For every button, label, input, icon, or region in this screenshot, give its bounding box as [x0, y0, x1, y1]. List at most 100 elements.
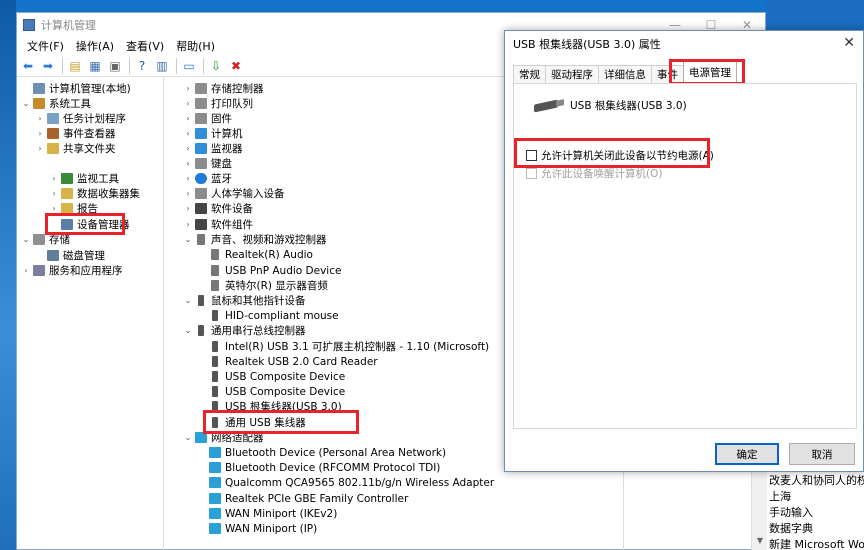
- firmware-icon: [195, 113, 207, 124]
- data-collector-icon: [61, 188, 73, 199]
- task-scheduler-icon: [47, 113, 59, 124]
- back-arrow-icon[interactable]: ⬅: [19, 57, 37, 75]
- update-driver-icon[interactable]: ⇩: [207, 57, 225, 75]
- chevron-right-icon[interactable]: ›: [183, 84, 193, 93]
- chevron-right-icon[interactable]: ›: [35, 144, 45, 153]
- word-line: 手动输入: [769, 506, 813, 519]
- chevron-right-icon[interactable]: ›: [183, 220, 193, 229]
- computer-icon: [195, 128, 207, 139]
- chevron-right-icon[interactable]: ›: [49, 189, 59, 198]
- chevron-down-icon[interactable]: ⌄: [183, 235, 193, 244]
- menu-action[interactable]: 操作(A): [70, 38, 120, 54]
- device-item[interactable]: Realtek PCIe GBE Family Controller: [209, 491, 408, 506]
- device-item[interactable]: Qualcomm QCA9565 802.11b/g/n Wireless Ad…: [209, 475, 494, 490]
- highlight-box: [45, 213, 125, 235]
- tree-item-event-viewer[interactable]: › 事件查看器: [35, 126, 116, 141]
- tab-details[interactable]: 详细信息: [598, 65, 652, 83]
- show-hide-tree-icon[interactable]: ▦: [86, 57, 104, 75]
- tree-item-task-scheduler[interactable]: › 任务计划程序: [35, 111, 126, 126]
- software-device-icon: [195, 203, 207, 214]
- chevron-down-icon[interactable]: ⌄: [183, 326, 193, 335]
- uninstall-icon[interactable]: ✖: [227, 57, 245, 75]
- storage-icon: [33, 234, 45, 245]
- device-category[interactable]: › 软件组件: [183, 217, 253, 232]
- device-item[interactable]: Bluetooth Device (Personal Area Network): [209, 445, 446, 460]
- chevron-right-icon[interactable]: ›: [183, 129, 193, 138]
- device-item[interactable]: 英特尔(R) 显示器音频: [209, 278, 328, 293]
- chevron-right-icon[interactable]: ›: [183, 204, 193, 213]
- tree-item-data-collector-sets[interactable]: › 数据收集器集: [49, 186, 140, 201]
- tools-icon: [33, 98, 45, 109]
- chevron-right-icon[interactable]: ›: [183, 114, 193, 123]
- device-item[interactable]: WAN Miniport (IKEv2): [209, 506, 337, 521]
- device-category[interactable]: ⌄ 声音、视频和游戏控制器: [183, 232, 327, 247]
- chevron-right-icon[interactable]: ›: [183, 189, 193, 198]
- chevron-right-icon[interactable]: ›: [21, 266, 31, 275]
- menu-file[interactable]: 文件(F): [21, 38, 70, 54]
- tree-item-system-tools[interactable]: ⌄ 系统工具: [21, 96, 91, 111]
- chevron-right-icon[interactable]: ›: [183, 159, 193, 168]
- chevron-right-icon[interactable]: ›: [183, 174, 193, 183]
- chevron-right-icon[interactable]: ›: [49, 174, 59, 183]
- device-category[interactable]: ⌄ 鼠标和其他指针设备: [183, 293, 306, 308]
- close-icon[interactable]: ✕: [843, 35, 855, 51]
- chevron-down-icon[interactable]: ⌄: [21, 235, 31, 244]
- forward-arrow-icon[interactable]: ➡: [39, 57, 57, 75]
- device-category[interactable]: › 键盘: [183, 156, 232, 171]
- chevron-right-icon[interactable]: ›: [183, 99, 193, 108]
- device-item[interactable]: WAN Miniport (IP): [209, 521, 317, 536]
- device-category[interactable]: › 人体学输入设备: [183, 186, 285, 201]
- word-line: 新建 Microsoft Word 2: [769, 538, 864, 550]
- device-category[interactable]: › 计算机: [183, 126, 243, 141]
- ok-button[interactable]: 确定: [715, 443, 779, 465]
- device-item[interactable]: USB Composite Device: [209, 369, 345, 384]
- device-item[interactable]: HID-compliant mouse: [209, 308, 339, 323]
- up-folder-icon[interactable]: ▤: [66, 57, 84, 75]
- tree-item-disk-management[interactable]: 磁盘管理: [35, 248, 105, 263]
- device-category[interactable]: › 软件设备: [183, 201, 253, 216]
- usb-icon: [212, 371, 218, 382]
- tree-item-computer-management[interactable]: 计算机管理(本地): [21, 81, 131, 96]
- chevron-right-icon[interactable]: ›: [49, 204, 59, 213]
- bluetooth-icon: [195, 173, 207, 184]
- menu-view[interactable]: 查看(V): [120, 38, 170, 54]
- tree-item-services-applications[interactable]: › 服务和应用程序: [21, 263, 123, 278]
- help-icon[interactable]: ?: [133, 57, 151, 75]
- scroll-down-icon[interactable]: ▼: [757, 536, 763, 545]
- chevron-down-icon[interactable]: ⌄: [21, 99, 31, 108]
- chevron-down-icon[interactable]: ⌄: [183, 296, 193, 305]
- network-adapter-icon: [209, 447, 221, 458]
- device-category[interactable]: › 打印队列: [183, 96, 253, 111]
- mouse-icon: [212, 310, 218, 321]
- device-item[interactable]: Realtek USB 2.0 Card Reader: [209, 354, 378, 369]
- device-category[interactable]: › 固件: [183, 111, 232, 126]
- action-pane-icon[interactable]: ▥: [153, 57, 171, 75]
- highlight-box: [669, 59, 745, 85]
- device-item[interactable]: Realtek(R) Audio: [209, 247, 313, 262]
- monitor-icon[interactable]: ▭: [180, 57, 198, 75]
- network-adapter-icon: [209, 493, 221, 504]
- device-item[interactable]: Intel(R) USB 3.1 可扩展主机控制器 - 1.10 (Micros…: [209, 339, 489, 354]
- device-category[interactable]: › 存储控制器: [183, 81, 264, 96]
- chevron-right-icon[interactable]: ›: [35, 129, 45, 138]
- device-category[interactable]: › 蓝牙: [183, 171, 232, 186]
- word-line: 改麦人和协同人的权限区: [769, 474, 864, 487]
- word-line: 数据字典: [769, 522, 813, 535]
- cancel-button[interactable]: 取消: [789, 443, 855, 465]
- menu-help[interactable]: 帮助(H): [170, 38, 221, 54]
- tab-driver[interactable]: 驱动程序: [545, 65, 599, 83]
- tree-item-monitor-tools[interactable]: › 监视工具: [49, 171, 119, 186]
- device-item[interactable]: Bluetooth Device (RFCOMM Protocol TDI): [209, 460, 440, 475]
- disk-management-icon: [47, 250, 59, 261]
- properties-icon[interactable]: ▣: [106, 57, 124, 75]
- speaker-icon: [211, 249, 219, 260]
- device-category[interactable]: ⌄ 通用串行总线控制器: [183, 323, 306, 338]
- tab-general[interactable]: 常规: [513, 65, 546, 83]
- tree-item-shared-folders[interactable]: › 共享文件夹: [35, 141, 116, 156]
- device-item[interactable]: USB Composite Device: [209, 384, 345, 399]
- chevron-down-icon[interactable]: ⌄: [183, 433, 193, 442]
- device-item[interactable]: USB PnP Audio Device: [209, 263, 341, 278]
- chevron-right-icon[interactable]: ›: [183, 144, 193, 153]
- device-category[interactable]: › 监视器: [183, 141, 243, 156]
- chevron-right-icon[interactable]: ›: [35, 114, 45, 123]
